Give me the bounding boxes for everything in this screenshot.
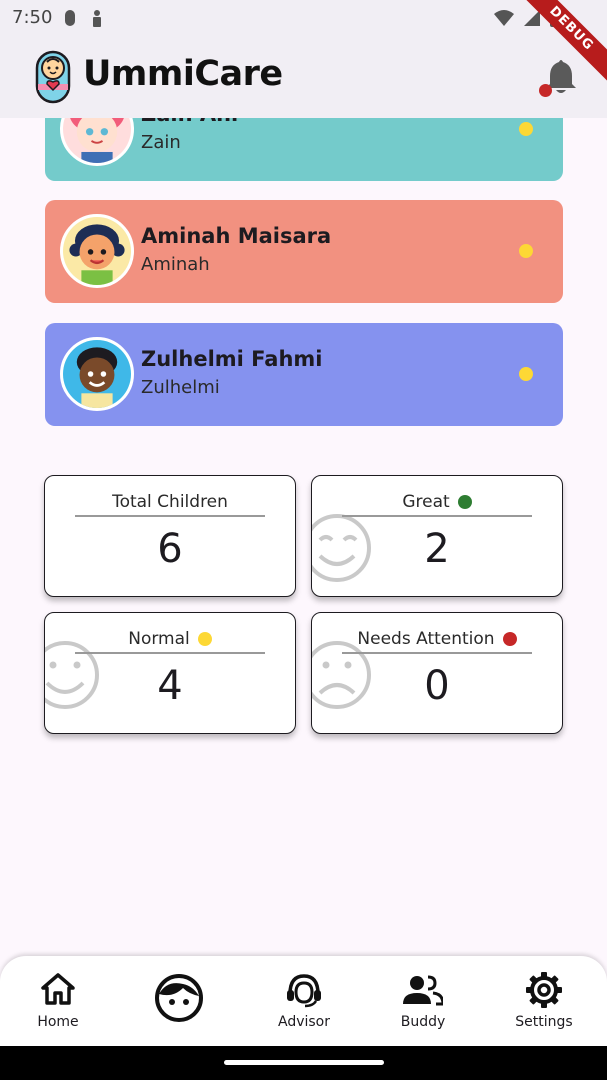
child-status-dot bbox=[519, 367, 533, 381]
gear-icon bbox=[526, 972, 562, 1008]
child-card-zulhelmi[interactable]: Zulhelmi Fahmi Zulhelmi bbox=[45, 323, 563, 426]
status-icons-left bbox=[64, 9, 104, 27]
nav-advisor[interactable]: Advisor bbox=[249, 956, 359, 1046]
stat-value: 6 bbox=[157, 526, 183, 572]
stat-value: 0 bbox=[424, 663, 450, 709]
wifi-icon bbox=[494, 10, 514, 26]
stat-label: Needs Attention bbox=[357, 629, 495, 649]
accessibility-icon bbox=[93, 10, 101, 27]
stat-card-normal: Normal 4 bbox=[44, 612, 296, 734]
child-avatar-image bbox=[63, 340, 131, 408]
child-nickname: Zain bbox=[141, 132, 181, 153]
nav-home[interactable]: Home bbox=[3, 956, 113, 1046]
attention-status-dot bbox=[502, 632, 517, 646]
baby-logo-icon bbox=[35, 50, 71, 104]
status-time: 7:50 bbox=[12, 7, 53, 28]
notification-icon bbox=[65, 10, 75, 26]
app-bar: UmmiCare bbox=[0, 36, 607, 118]
child-name: Zulhelmi Fahmi bbox=[141, 347, 323, 371]
child-face-icon bbox=[155, 974, 203, 1022]
child-status-dot bbox=[519, 244, 533, 258]
normal-status-dot bbox=[197, 632, 212, 646]
stat-divider bbox=[342, 515, 532, 517]
stat-card-attention: Needs Attention 0 bbox=[311, 612, 563, 734]
bottom-navigation: Home Advisor Buddy Settings bbox=[0, 956, 607, 1046]
home-icon bbox=[41, 973, 75, 1005]
stat-label: Total Children bbox=[112, 492, 228, 512]
child-card-zain[interactable]: Zain Ani Zain bbox=[45, 118, 563, 181]
child-card-aminah[interactable]: Aminah Maisara Aminah bbox=[45, 200, 563, 303]
child-nickname: Zulhelmi bbox=[141, 377, 220, 398]
stat-divider bbox=[75, 652, 265, 654]
nav-home-label: Home bbox=[37, 1014, 79, 1030]
nav-settings-label: Settings bbox=[515, 1014, 573, 1030]
nav-child-profile[interactable] bbox=[124, 956, 234, 1046]
child-avatar bbox=[60, 214, 134, 288]
stat-divider bbox=[75, 515, 265, 517]
people-icon bbox=[403, 975, 443, 1006]
child-name: Zain Ani bbox=[141, 118, 238, 126]
stat-card-total: Total Children 6 bbox=[44, 475, 296, 597]
child-avatar bbox=[60, 337, 134, 411]
child-avatar-image bbox=[63, 217, 131, 285]
headset-advisor-icon bbox=[287, 974, 321, 1008]
child-nickname: Aminah bbox=[141, 254, 210, 275]
home-gesture-handle[interactable] bbox=[224, 1060, 384, 1065]
app-title: UmmiCare bbox=[83, 54, 283, 94]
notification-badge bbox=[539, 84, 552, 97]
system-gesture-bar bbox=[0, 1046, 607, 1080]
status-bar: 7:50 bbox=[0, 0, 607, 36]
nav-settings[interactable]: Settings bbox=[489, 956, 599, 1046]
child-avatar bbox=[60, 118, 134, 166]
nav-buddy[interactable]: Buddy bbox=[368, 956, 478, 1046]
child-status-dot bbox=[519, 122, 533, 136]
home-content[interactable]: Zain Ani Zain Aminah Maisara Aminah bbox=[0, 118, 607, 956]
stat-value: 2 bbox=[424, 526, 450, 572]
nav-advisor-label: Advisor bbox=[277, 1014, 330, 1030]
nav-buddy-label: Buddy bbox=[400, 1014, 446, 1030]
stat-label: Great bbox=[402, 492, 450, 512]
child-avatar-image bbox=[63, 118, 131, 163]
stat-divider bbox=[342, 652, 532, 654]
child-name: Aminah Maisara bbox=[141, 224, 332, 248]
stat-label: Normal bbox=[128, 629, 190, 649]
stat-value: 4 bbox=[157, 663, 183, 709]
stat-card-great: Great 2 bbox=[311, 475, 563, 597]
great-status-dot bbox=[457, 495, 472, 509]
